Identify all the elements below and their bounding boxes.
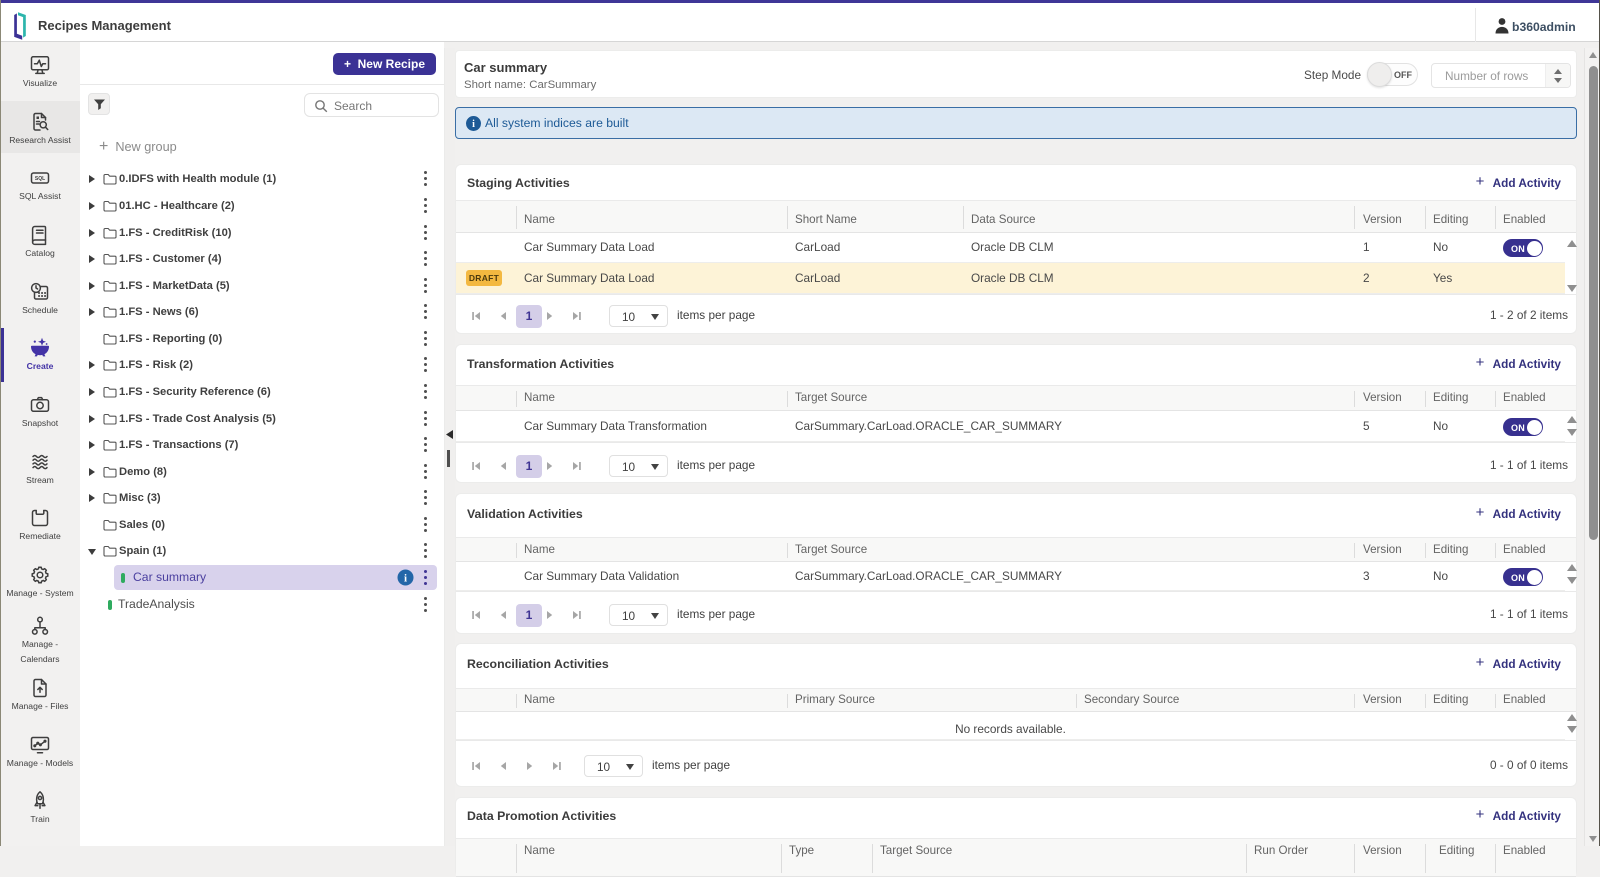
svg-text:SQL: SQL (35, 176, 45, 182)
svg-text:i: i (472, 119, 475, 130)
svg-text:i: i (404, 572, 407, 584)
